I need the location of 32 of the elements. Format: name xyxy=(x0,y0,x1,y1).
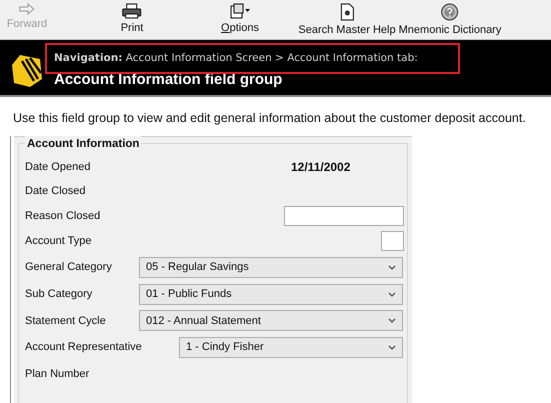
chevron-down-icon xyxy=(388,292,396,297)
input-field[interactable] xyxy=(381,230,404,251)
field-value: 12/11/2002 xyxy=(291,159,350,176)
right-arrow-icon xyxy=(19,3,35,15)
field-label: General Category xyxy=(24,260,112,275)
toolbar-button[interactable]: Mnemonic Dictionary xyxy=(398,23,502,37)
intro-text: Use this field group to view and edit general information about the customer deposit account. xyxy=(12,110,527,127)
chevron-down-icon xyxy=(388,344,396,350)
options-icon xyxy=(229,3,251,19)
navigation-breadcrumb: Navigation: Account Information Screen > Account Information tab: xyxy=(54,51,418,66)
dropdown[interactable]: 05 - Regular Savings xyxy=(139,256,403,278)
field-label: Date Closed xyxy=(24,184,86,199)
toolbar-button[interactable]: Options xyxy=(221,21,259,35)
toolbar-button[interactable]: Search Master Help xyxy=(298,23,396,37)
logo-icon xyxy=(10,53,44,89)
document-icon xyxy=(340,3,354,21)
field-label: Account Type xyxy=(24,234,92,248)
field-label: Statement Cycle xyxy=(24,314,106,328)
printer-icon xyxy=(122,3,142,19)
toolbar-button[interactable]: Print xyxy=(120,21,144,35)
dropdown[interactable]: 012 - Annual Statement xyxy=(139,310,403,332)
help-icon xyxy=(440,3,460,21)
dropdown[interactable]: 01 - Public Funds xyxy=(139,284,403,305)
field-label: Date Opened xyxy=(24,160,90,175)
input-field[interactable] xyxy=(284,206,404,226)
field-label: Reason Closed xyxy=(24,208,100,224)
field-label: Sub Category xyxy=(24,287,92,302)
dropdown[interactable]: 1 - Cindy Fisher xyxy=(179,336,403,358)
field-label: Plan Number xyxy=(24,366,90,382)
chevron-down-icon xyxy=(388,264,396,270)
chevron-down-icon xyxy=(388,318,396,324)
field-label: Account Representative xyxy=(24,340,142,355)
